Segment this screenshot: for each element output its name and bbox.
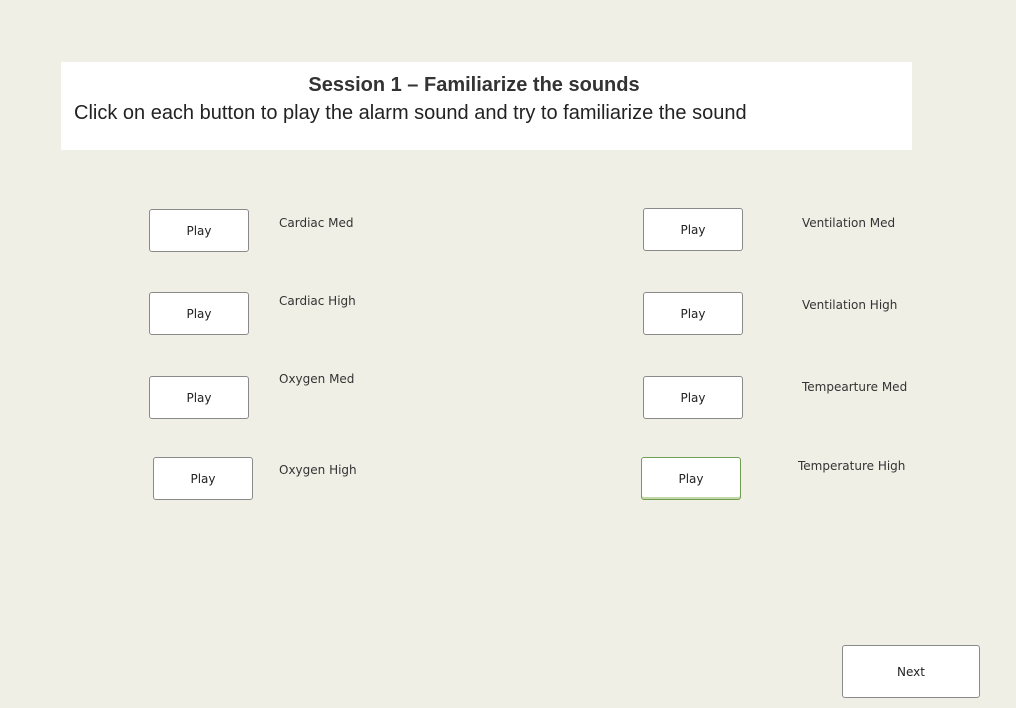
play-button-cardiac-med[interactable]: Play (149, 209, 249, 252)
play-button-temperature-med[interactable]: Play (643, 376, 743, 419)
play-button-ventilation-med[interactable]: Play (643, 208, 743, 251)
play-button-cardiac-high[interactable]: Play (149, 292, 249, 335)
sound-label-ventilation-high: Ventilation High (802, 298, 898, 312)
app-window: Session 1 – Familiarize the sounds Click… (0, 0, 1016, 708)
play-button-temperature-high[interactable]: Play (641, 457, 741, 500)
next-button[interactable]: Next (842, 645, 980, 698)
sound-label-temperature-med: Tempearture Med (802, 380, 908, 394)
play-button-ventilation-high[interactable]: Play (643, 292, 743, 335)
sound-label-cardiac-med: Cardiac Med (279, 216, 354, 230)
play-button-oxygen-high[interactable]: Play (153, 457, 253, 500)
sound-label-temperature-high: Temperature High (798, 459, 906, 473)
page-instructions: Click on each button to play the alarm s… (74, 102, 747, 124)
sound-label-cardiac-high: Cardiac High (279, 294, 356, 308)
sound-label-ventilation-med: Ventilation Med (802, 216, 896, 230)
instructions-panel: Session 1 – Familiarize the sounds Click… (61, 62, 912, 150)
play-button-oxygen-med[interactable]: Play (149, 376, 249, 419)
sound-label-oxygen-med: Oxygen Med (279, 372, 355, 386)
page-title: Session 1 – Familiarize the sounds (308, 74, 640, 96)
sound-label-oxygen-high: Oxygen High (279, 463, 357, 477)
